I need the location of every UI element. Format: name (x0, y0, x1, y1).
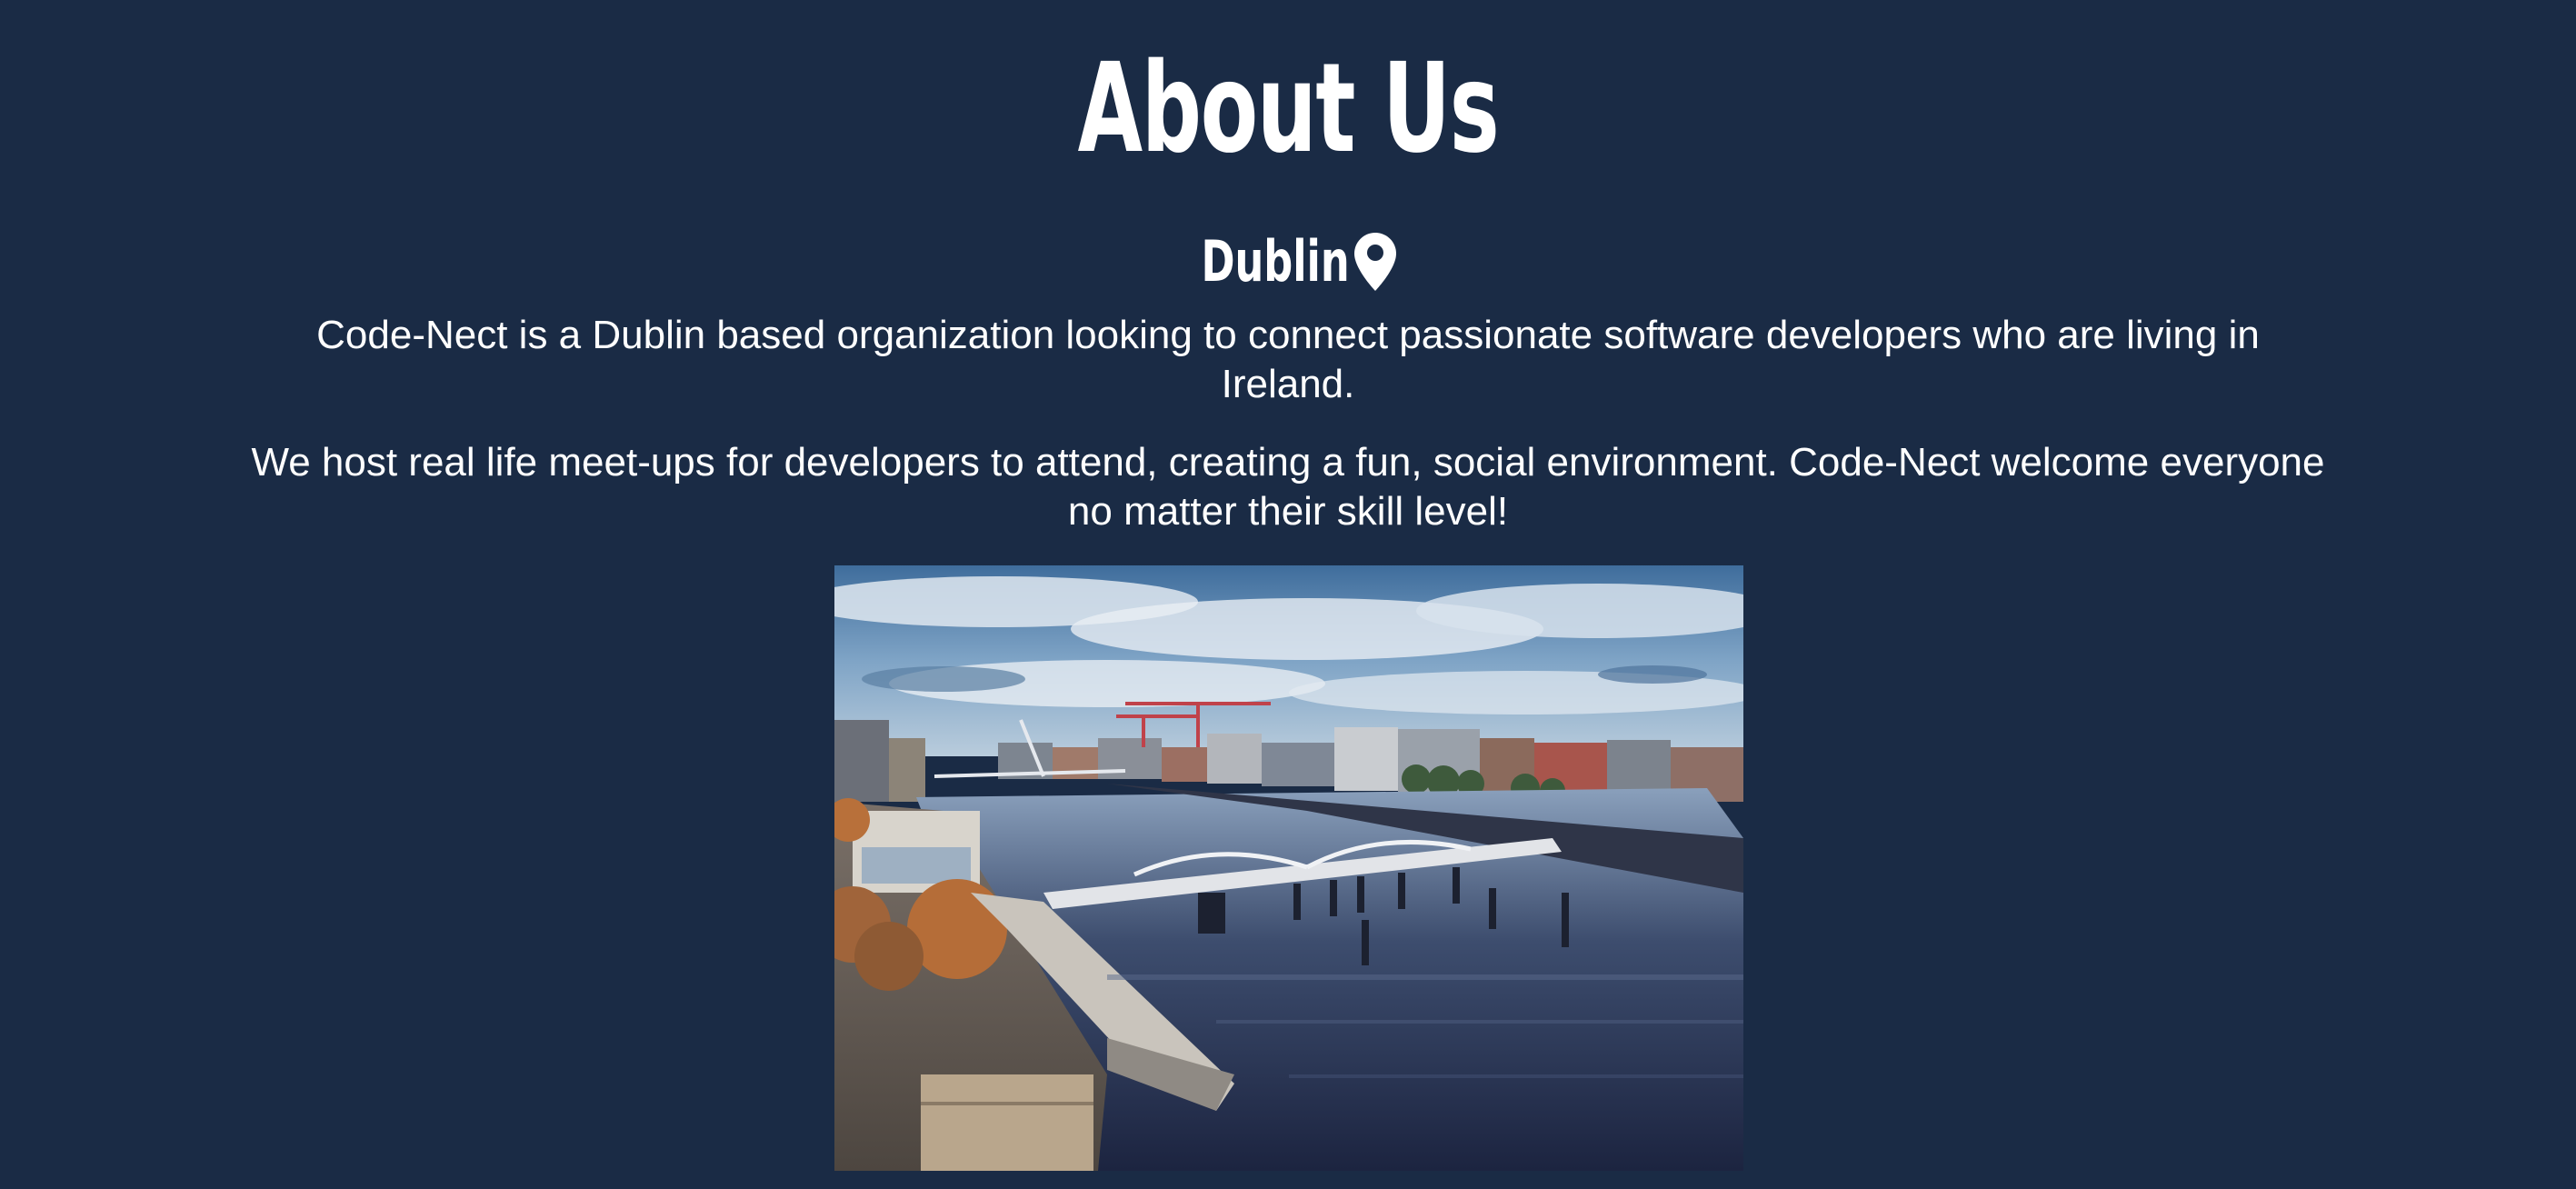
location-label: Dublin (1201, 228, 1350, 295)
page-title: About Us (1077, 37, 1500, 181)
about-paragraph-intro: Code-Nect is a Dublin based organization… (316, 313, 2260, 406)
about-section: About Us Dublin Code-Nect is a Dublin ba… (0, 0, 2576, 1189)
map-pin-icon (1354, 233, 1397, 291)
about-paragraph-meetups: We host real life meet-ups for developer… (251, 440, 2325, 534)
location-heading: Dublin (0, 225, 2576, 298)
dublin-city-photo (834, 565, 1743, 1171)
